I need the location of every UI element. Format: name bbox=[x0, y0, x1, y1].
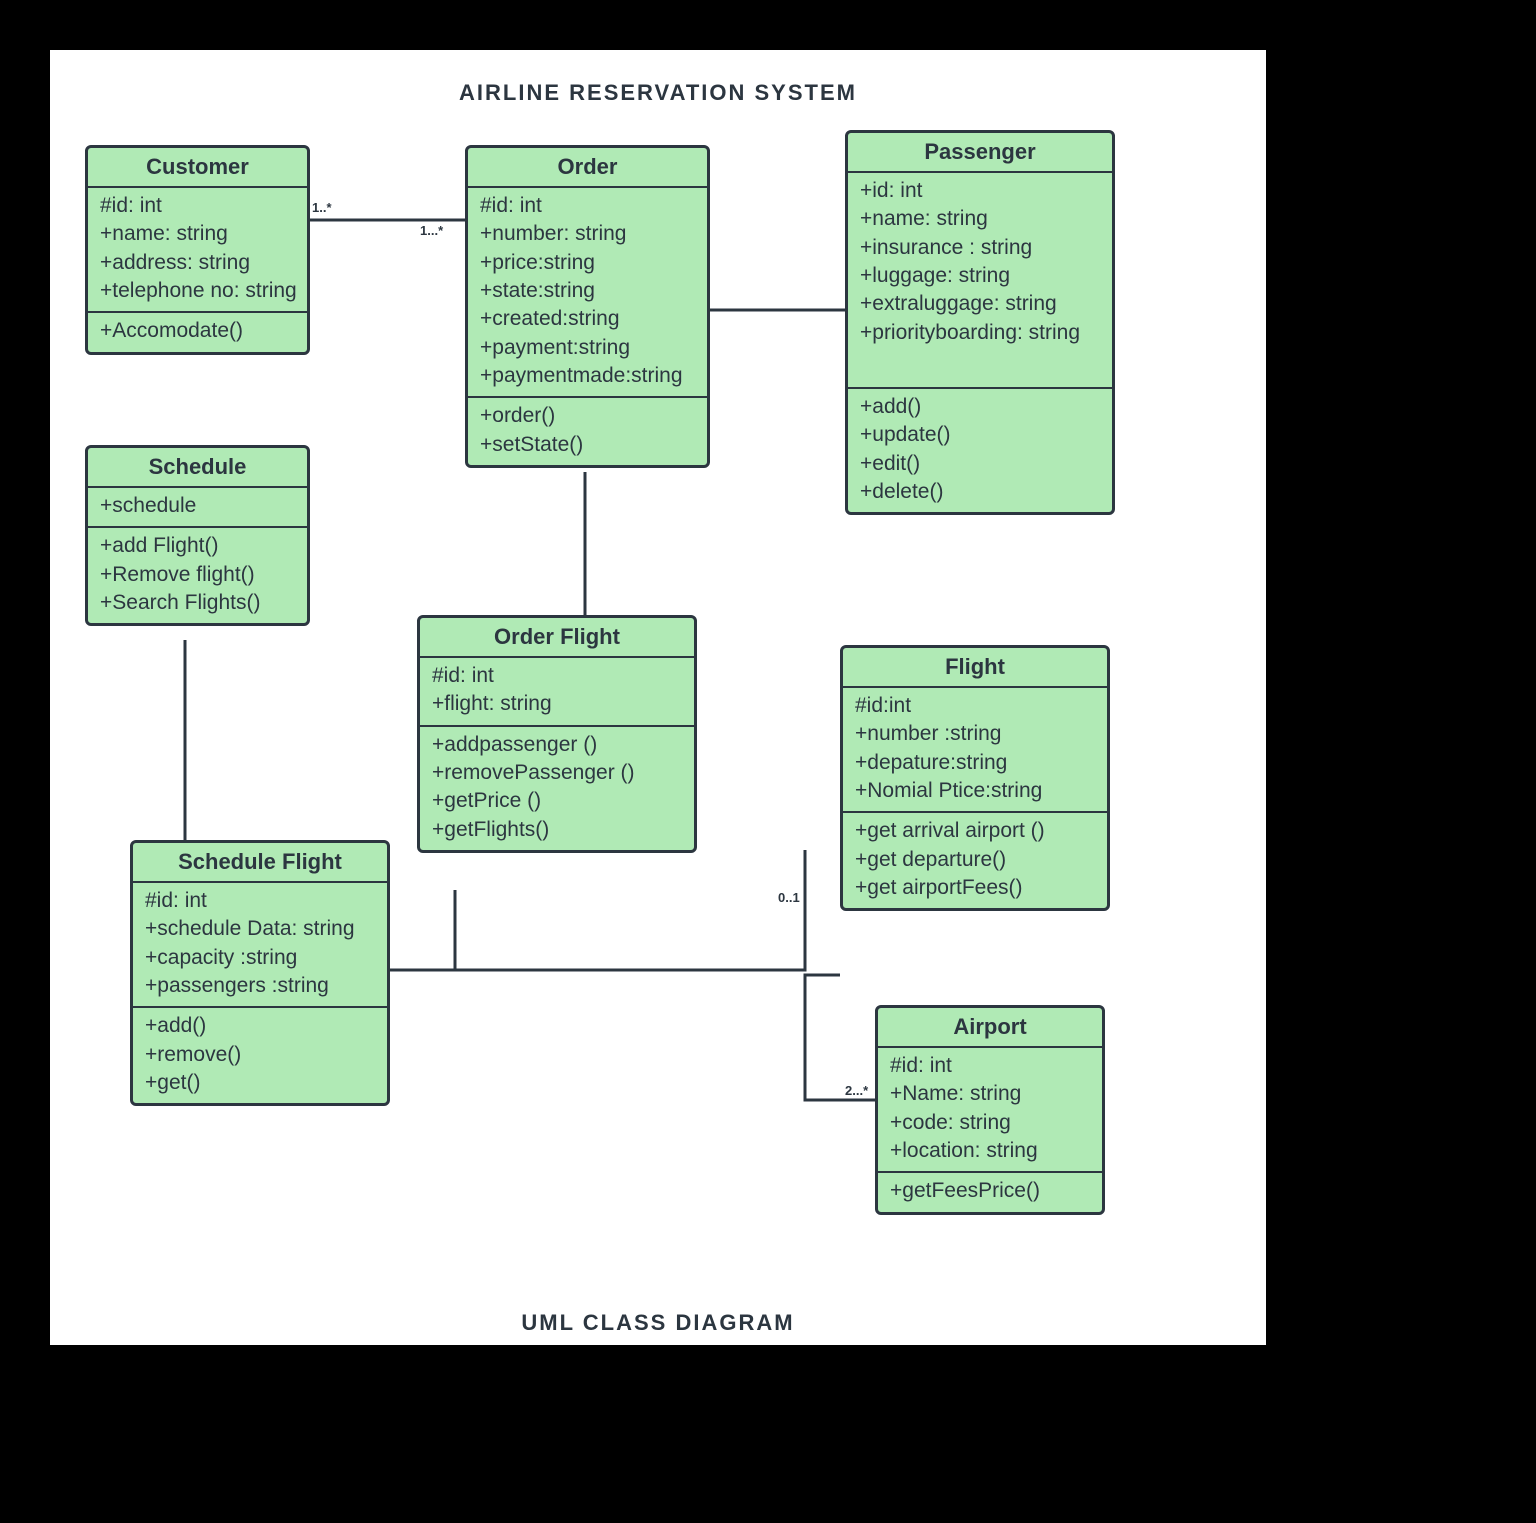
class-operations: +order() +setState() bbox=[468, 398, 707, 465]
class-name: Schedule Flight bbox=[133, 843, 387, 883]
class-attributes: #id: int +schedule Data: string +capacit… bbox=[133, 883, 387, 1008]
diagram-canvas: AIRLINE RESERVATION SYSTEM 1..* 1...* 0.… bbox=[50, 50, 1266, 1345]
class-operations: +get arrival airport () +get departure()… bbox=[843, 813, 1107, 908]
class-attributes: +id: int +name: string +insurance : stri… bbox=[848, 173, 1112, 389]
diagram-subtitle: UML CLASS DIAGRAM bbox=[50, 1310, 1266, 1336]
mult-customer-order-right: 1...* bbox=[420, 223, 443, 238]
class-operations: +add() +remove() +get() bbox=[133, 1008, 387, 1103]
mult-flight-01: 0..1 bbox=[778, 890, 800, 905]
class-attributes: #id: int +name: string +address: string … bbox=[88, 188, 307, 313]
class-name: Passenger bbox=[848, 133, 1112, 173]
mult-customer-order-left: 1..* bbox=[312, 200, 332, 215]
class-name: Customer bbox=[88, 148, 307, 188]
class-name: Order Flight bbox=[420, 618, 694, 658]
class-attributes: +schedule bbox=[88, 488, 307, 528]
class-customer: Customer #id: int +name: string +address… bbox=[85, 145, 310, 355]
class-schedule-flight: Schedule Flight #id: int +schedule Data:… bbox=[130, 840, 390, 1106]
class-name: Airport bbox=[878, 1008, 1102, 1048]
class-order: Order #id: int +number: string +price:st… bbox=[465, 145, 710, 468]
class-name: Schedule bbox=[88, 448, 307, 488]
class-operations: +add Flight() +Remove flight() +Search F… bbox=[88, 528, 307, 623]
class-airport: Airport #id: int +Name: string +code: st… bbox=[875, 1005, 1105, 1215]
class-operations: +addpassenger () +removePassenger () +ge… bbox=[420, 727, 694, 850]
class-passenger: Passenger +id: int +name: string +insura… bbox=[845, 130, 1115, 515]
class-flight: Flight #id:int +number :string +depature… bbox=[840, 645, 1110, 911]
class-order-flight: Order Flight #id: int +flight: string +a… bbox=[417, 615, 697, 853]
class-attributes: #id: int +flight: string bbox=[420, 658, 694, 727]
class-operations: +Accomodate() bbox=[88, 313, 307, 351]
diagram-title: AIRLINE RESERVATION SYSTEM bbox=[50, 80, 1266, 106]
mult-airport-2star: 2...* bbox=[845, 1083, 868, 1098]
class-operations: +getFeesPrice() bbox=[878, 1173, 1102, 1211]
class-attributes: #id: int +Name: string +code: string +lo… bbox=[878, 1048, 1102, 1173]
class-operations: +add() +update() +edit() +delete() bbox=[848, 389, 1112, 512]
class-attributes: #id:int +number :string +depature:string… bbox=[843, 688, 1107, 813]
class-attributes: #id: int +number: string +price:string +… bbox=[468, 188, 707, 398]
class-name: Flight bbox=[843, 648, 1107, 688]
class-schedule: Schedule +schedule +add Flight() +Remove… bbox=[85, 445, 310, 626]
class-name: Order bbox=[468, 148, 707, 188]
